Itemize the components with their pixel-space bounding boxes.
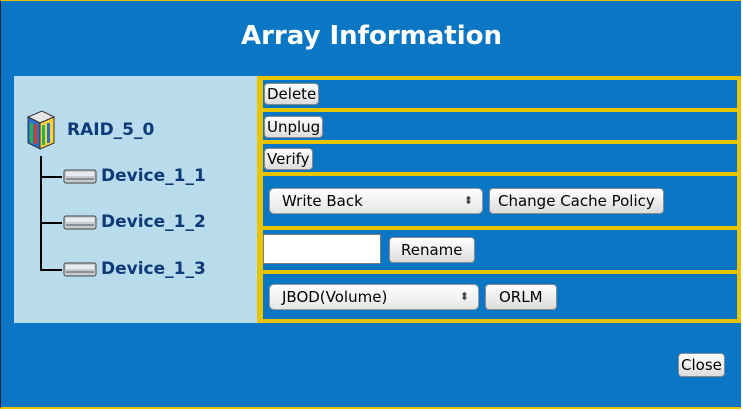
tree-item-device-1-2[interactable]: Device_1_2 <box>63 212 206 232</box>
change-cache-policy-button[interactable]: Change Cache Policy <box>489 188 664 214</box>
row-verify: Verify <box>263 144 737 172</box>
tree-item-device-1-3[interactable]: Device_1_3 <box>63 259 206 279</box>
cache-policy-value: Write Back <box>282 192 363 210</box>
row-cache-policy: Write Back ⬍ Change Cache Policy <box>263 176 737 226</box>
close-button[interactable]: Close <box>678 353 725 377</box>
tree-connector <box>40 222 62 224</box>
select-arrows-icon: ⬍ <box>459 290 469 303</box>
row-migrate: JBOD(Volume) ⬍ ORLM <box>263 274 737 319</box>
device-label: Device_1_1 <box>101 166 206 186</box>
row-delete: Delete <box>263 80 737 108</box>
array-tree-panel: RAID_5_0 Device_1_1 Device_1_2 Device_1_… <box>14 76 257 323</box>
verify-button[interactable]: Verify <box>264 148 313 170</box>
hard-disk-icon <box>63 215 97 229</box>
device-label: Device_1_3 <box>101 259 206 279</box>
raid-array-icon <box>26 110 56 150</box>
tree-root-raid[interactable]: RAID_5_0 <box>67 120 154 140</box>
unplug-button[interactable]: Unplug <box>264 116 324 138</box>
array-information-dialog: Array Information RAID_5_0 Device_1_1 De… <box>0 0 741 409</box>
tree-connector <box>40 176 62 178</box>
tree-item-device-1-1[interactable]: Device_1_1 <box>63 166 206 186</box>
rename-input[interactable] <box>263 234 381 264</box>
row-rename: Rename <box>263 230 737 270</box>
device-label: Device_1_2 <box>101 212 206 232</box>
cache-policy-select[interactable]: Write Back ⬍ <box>269 188 483 214</box>
delete-button[interactable]: Delete <box>264 83 320 105</box>
hard-disk-icon <box>63 262 97 276</box>
array-actions-panel: Delete Unplug Verify Write Back ⬍ Change… <box>257 76 741 323</box>
select-arrows-icon: ⬍ <box>463 194 473 207</box>
rename-button[interactable]: Rename <box>389 237 475 263</box>
migrate-type-select[interactable]: JBOD(Volume) ⬍ <box>269 284 479 310</box>
dialog-title: Array Information <box>240 21 503 51</box>
hard-disk-icon <box>63 169 97 183</box>
orlm-button[interactable]: ORLM <box>485 284 557 310</box>
tree-connector <box>40 269 62 271</box>
tree-connector <box>40 156 42 271</box>
row-unplug: Unplug <box>263 112 737 140</box>
migrate-type-value: JBOD(Volume) <box>282 288 388 306</box>
